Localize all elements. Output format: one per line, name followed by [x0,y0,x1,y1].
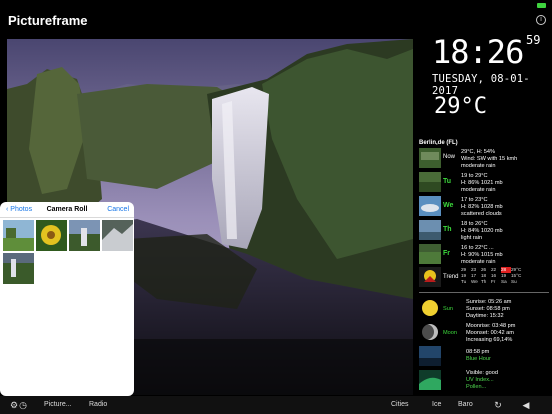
astro-line: Visible: good [466,370,498,376]
pollen-link[interactable]: Pollen... [466,384,498,391]
forecast-row: Fr 16 to 22°C ... H: 90% 1015 mb moderat… [419,243,549,265]
blue-hour-icon [419,346,441,366]
trend-day: Su [511,279,517,284]
clock-seconds: 59 [526,33,541,47]
blue-hour-details: 08:58 pm Blue Hour [466,349,491,363]
forecast-day: Now [443,154,456,160]
astro-line: 08:58 pm [466,349,490,355]
forecast-line: H: 90% 1015 mb [461,252,503,258]
sun-details: Sunrise: 05:26 am Sunset: 08:58 pm Dayti… [466,299,511,320]
thumbnail-item[interactable] [36,220,67,251]
app-title: Pictureframe [8,13,88,28]
trend-day: We [471,279,478,284]
forecast-line: 18 to 26°C [461,221,488,227]
forecast-line: 29°C, H: 54% [461,149,495,155]
astro-line: Sunrise: 05:26 am [466,299,512,305]
forecast-line: H: 84% 1020 mb [461,228,503,234]
rain-icon [419,220,441,240]
battery-icon [537,3,546,8]
weather-location: Berlin,de (FL) [419,140,458,146]
trend-day-row: Tu We Th Fr Sa Su [461,279,521,285]
baro-button[interactable]: Baro [458,401,473,408]
forecast-line: 19 to 29°C [461,173,488,179]
photo-picker-popover: ‹ Photos Camera Roll Cancel [0,202,134,396]
rain-icon [419,148,441,168]
bottom-toolbar: ⚙ ◷ Picture... Radio Cities Ice Baro ↻ ◀ [0,396,552,414]
forecast-day: Th [443,226,452,233]
thumbnail-item[interactable] [102,220,133,251]
astro-line: Increasing 69,14% [466,337,513,343]
picture-tab[interactable]: Picture... [44,401,72,408]
picker-header: ‹ Photos Camera Roll Cancel [0,202,134,218]
forecast-line: light rain [461,235,483,241]
visibility-details: Visible: good UV Index... Pollen... [466,370,498,391]
forecast-line: Wind: SW with 15 kmh [461,156,518,162]
sun-label: Sun [443,306,453,312]
forecast-row: Tu 19 to 29°C H: 86% 1021 mb moderate ra… [419,171,549,193]
astro-line: Daytime: 15:32 [466,313,504,319]
forecast-line: scattered clouds [461,211,502,217]
astro-line: Blue Hour [466,356,491,362]
moon-label: Moon [443,330,457,336]
thumbnail-item[interactable] [69,220,100,251]
forecast-details: 19 to 29°C H: 86% 1021 mb moderate rain [461,173,503,194]
forecast-details: 29°C, H: 54% Wind: SW with 15 kmh modera… [461,149,517,170]
info-icon[interactable]: i [536,15,546,25]
thumbnail-item[interactable] [3,253,34,284]
thumbnail-item[interactable] [3,220,34,251]
current-temperature: 29°C [434,94,487,119]
aurora-icon [419,370,441,390]
trend-day: Sa [501,279,507,284]
forecast-row: Now 29°C, H: 54% Wind: SW with 15 kmh mo… [419,147,549,169]
clouds-icon [419,196,441,216]
forecast-day: We [443,202,454,209]
divider [419,292,549,293]
trend-icon [419,267,441,287]
cancel-button[interactable]: Cancel [107,206,129,213]
triangle-left-icon[interactable]: ◀ [520,399,532,411]
temperature-trend: Trend 29 23 26 22 28 29°C 19 17 18 16 19 15°C Tu We… [419,265,549,289]
forecast-details: 16 to 22°C ... H: 90% 1015 mb moderate r… [461,245,503,266]
clock-icon[interactable]: ◷ [17,399,29,411]
forecast-line: H: 86% 1021 mb [461,180,503,186]
astro-line: Moonrise: 03:48 pm [466,323,516,329]
moon-details: Moonrise: 03:48 pm Moonset: 00:42 am Inc… [466,323,515,344]
rain-icon [419,244,441,264]
astro-line: Sunset: 08:58 pm [466,306,510,312]
forecast-day: Fr [443,250,450,257]
trend-label: Trend [443,274,459,280]
forecast-details: 17 to 23°C H: 82% 1028 mb scattered clou… [461,197,503,218]
cities-button[interactable]: Cities [391,401,409,408]
astro-line: Moonset: 00:42 am [466,330,514,336]
sun-icon [419,298,441,318]
forecast-line: 16 to 22°C ... [461,245,494,251]
moon-icon [419,322,441,342]
forecast-line: moderate rain [461,163,496,169]
trend-day: Th [481,279,487,284]
trend-grid: 29 23 26 22 28 29°C 19 17 18 16 19 15°C Tu We Th Fr Sa… [461,267,521,285]
trend-day: Tu [461,279,467,284]
rain-icon [419,172,441,192]
radio-tab[interactable]: Radio [89,401,107,408]
forecast-line: moderate rain [461,187,496,193]
trend-day: Fr [491,279,496,284]
ice-button[interactable]: Ice [432,401,441,408]
forecast-line: 17 to 23°C [461,197,488,203]
forecast-row: We 17 to 23°C H: 82% 1028 mb scattered c… [419,195,549,217]
forecast-line: H: 82% 1028 mb [461,204,503,210]
forecast-row: Th 18 to 26°C H: 84% 1020 mb light rain [419,219,549,241]
forecast-day: Tu [443,178,452,185]
forecast-details: 18 to 26°C H: 84% 1020 mb light rain [461,221,503,242]
uv-index-link[interactable]: UV Index... [466,377,498,384]
refresh-icon[interactable]: ↻ [492,399,504,411]
clock-time: 18:26 [432,33,524,71]
